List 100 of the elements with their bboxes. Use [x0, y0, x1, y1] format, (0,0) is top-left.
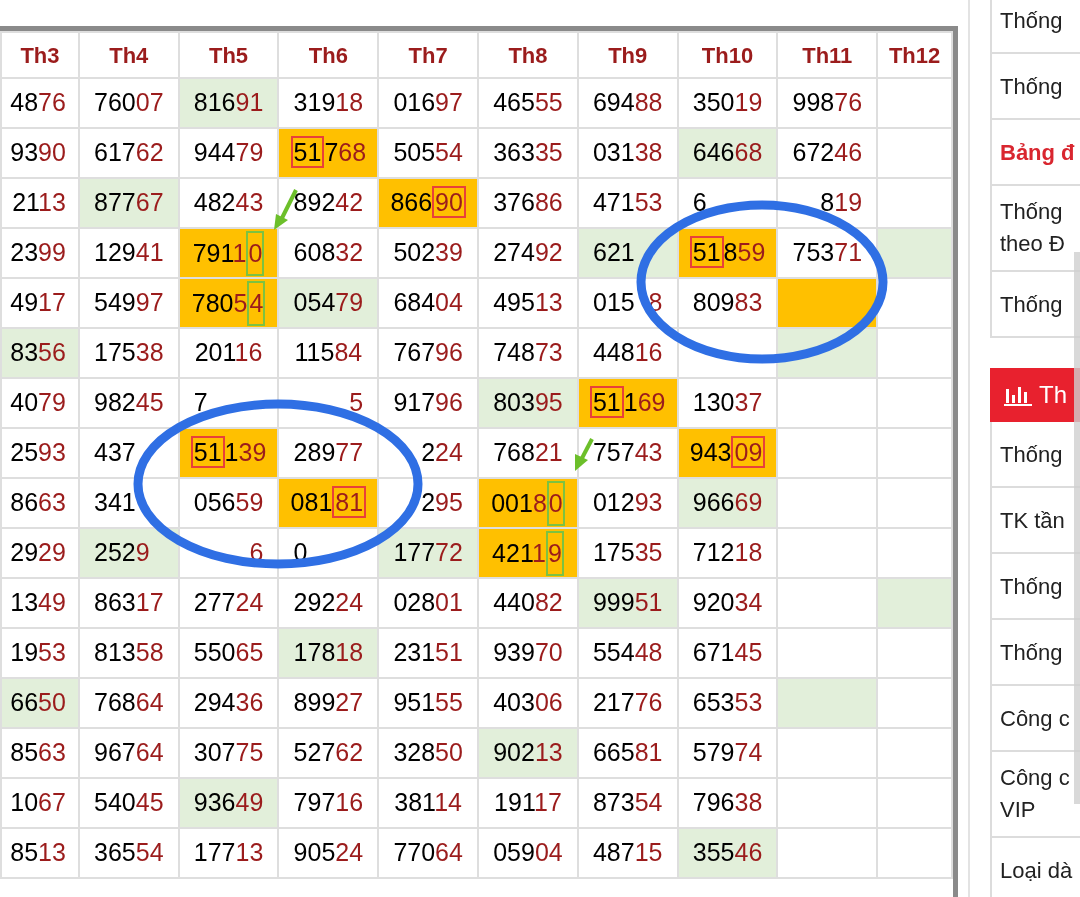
table-cell: 27492	[478, 228, 578, 278]
table-cell: 20116	[178, 328, 279, 378]
table-cell: 99951	[577, 578, 678, 628]
table-cell: 02801	[378, 578, 479, 628]
table-cell: 36335	[478, 128, 578, 178]
table-cell: 51859	[677, 228, 778, 278]
table-cell: 2113	[1, 178, 79, 228]
table-cell: 87354	[577, 778, 678, 828]
table-cell: 8356	[1, 328, 79, 378]
table-cell: 51169	[577, 378, 678, 428]
table-cell: 51768	[278, 128, 379, 178]
table-cell: 57974	[677, 728, 778, 778]
table-cell: 50239	[378, 228, 479, 278]
table-cell: 05659	[178, 478, 279, 528]
table-cell: 30775	[178, 728, 279, 778]
table-cell: 94309	[677, 428, 778, 478]
table-cell: 99876	[777, 78, 878, 128]
table-cell: 75743	[577, 428, 678, 478]
table-cell: 05904	[478, 828, 578, 878]
table-cell: 2929	[1, 528, 79, 578]
table-cell: 74873	[478, 328, 578, 378]
table-cell: 44816	[577, 328, 678, 378]
table-cell: 76007	[78, 78, 179, 128]
table-cell: 91796	[378, 378, 479, 428]
table-cell: 78054	[178, 278, 279, 328]
table-cell: 55065	[178, 628, 279, 678]
table-cell: 77064	[378, 828, 479, 878]
table-cell: 1953	[1, 628, 79, 678]
table-cell: 80983	[677, 278, 778, 328]
table-cell: 17772	[378, 528, 479, 578]
table-cell: 01293	[577, 478, 678, 528]
table-cell: 86317	[78, 578, 179, 628]
table-cell: 4917	[1, 278, 79, 328]
table-cell: 67246	[777, 128, 878, 178]
table-cell: 54045	[78, 778, 179, 828]
table-cell: 12941	[78, 228, 179, 278]
table-cell: 66581	[577, 728, 678, 778]
table-cell: 17713	[178, 828, 279, 878]
table-cell: 71218	[677, 528, 778, 578]
table-cell: 40306	[478, 678, 578, 728]
table-cell: 03138	[577, 128, 678, 178]
table-cell: 1349	[1, 578, 79, 628]
sidebar-link[interactable]: Loại dà	[992, 838, 1080, 897]
table-cell: 1067	[1, 778, 79, 828]
table-cell: 49513	[478, 278, 578, 328]
table-cell: 65353	[677, 678, 778, 728]
table-cell: 42119	[478, 528, 578, 578]
sidebar-heading: Bảng đ	[992, 120, 1080, 186]
table-cell: 61762	[78, 128, 179, 178]
table-cell: 76796	[378, 328, 479, 378]
table-cell: 80395	[478, 378, 578, 428]
section-title: Th	[1039, 380, 1067, 410]
table-cell: 11584	[278, 328, 379, 378]
table-cell: 76821	[478, 428, 578, 478]
table-cell: 32850	[378, 728, 479, 778]
sidebar-link[interactable]: Thống	[992, 54, 1080, 120]
table-cell: 90524	[278, 828, 379, 878]
table-cell: 93649	[178, 778, 279, 828]
table-cell: 01697	[378, 78, 479, 128]
table-cell: 29224	[278, 578, 379, 628]
table-cell: 89242	[278, 178, 379, 228]
table-cell: 44082	[478, 578, 578, 628]
table-cell: 23151	[378, 628, 479, 678]
table-cell: 79716	[278, 778, 379, 828]
table-cell: 55448	[577, 628, 678, 678]
table-cell: 46555	[478, 78, 578, 128]
table-cell: 38114	[378, 778, 479, 828]
arrow-annotation	[575, 438, 594, 471]
table-cell: 27724	[178, 578, 279, 628]
table-cell: 90213	[478, 728, 578, 778]
table-cell: 35546	[677, 828, 778, 878]
table-cell: 37686	[478, 178, 578, 228]
table-cell: 08181	[278, 478, 379, 528]
table-cell: 52762	[278, 728, 379, 778]
table-cell: 21776	[577, 678, 678, 728]
table-cell: 00180	[478, 478, 578, 528]
table-cell: 68404	[378, 278, 479, 328]
table-cell: 17818	[278, 628, 379, 678]
table-cell: 35019	[677, 78, 778, 128]
table-cell: 8663	[1, 478, 79, 528]
table-cell: 9390	[1, 128, 79, 178]
sidebar-link[interactable]: Thống	[992, 0, 1080, 54]
table-cell: 47153	[577, 178, 678, 228]
table-cell: 4876	[1, 78, 79, 128]
table-cell: 50554	[378, 128, 479, 178]
table-cell: 8563	[1, 728, 79, 778]
table-cell: 93970	[478, 628, 578, 678]
table-cell: 79110	[178, 228, 279, 278]
table-cell: 2399	[1, 228, 79, 278]
table-cell: 51139	[178, 428, 279, 478]
table-cell: 31918	[278, 78, 379, 128]
table-cell: 48243	[178, 178, 279, 228]
table-cell: 92034	[677, 578, 778, 628]
table-cell: 94479	[178, 128, 279, 178]
table-cell: 13037	[677, 378, 778, 428]
table-cell: 2529	[78, 528, 179, 578]
scrollbar[interactable]	[1074, 252, 1080, 804]
table-cell: 36554	[78, 828, 179, 878]
table-cell: 2593	[1, 428, 79, 478]
table-cell: 29436	[178, 678, 279, 728]
